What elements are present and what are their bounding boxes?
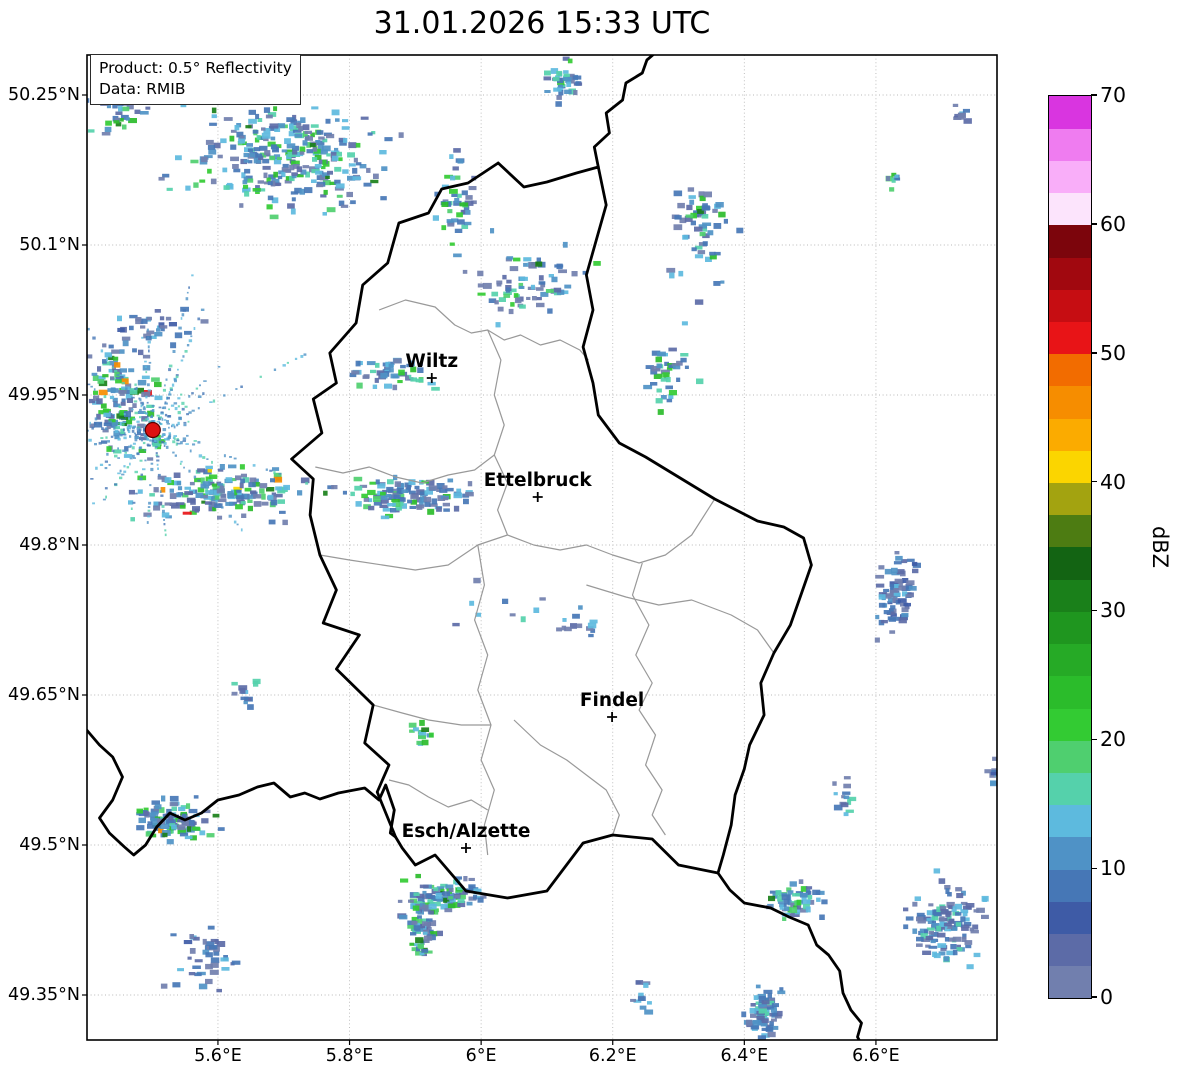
colorbar-segment [1049,450,1091,484]
colorbar-segment [1049,708,1091,741]
colorbar-tick-label: 50 [1100,340,1127,365]
x-tick-label: 6°E [465,1046,497,1066]
data-source-line: Data: RMIB [99,80,186,98]
colorbar-tick-mark [1091,996,1097,998]
colorbar-segment [1049,804,1091,838]
product-line: Product: 0.5° Reflectivity [99,59,292,77]
city-label: Findel [580,690,644,711]
colorbar-segment [1049,385,1091,419]
x-tick-label: 6.4°E [720,1046,769,1066]
colorbar-segment [1049,353,1091,387]
colorbar-tick-mark [1091,609,1097,612]
colorbar-segment [1049,96,1091,129]
x-tick-label: 6.6°E [852,1046,900,1066]
colorbar-tick-mark [1091,480,1097,483]
y-tick-label: 49.95°N [8,385,80,405]
x-tick-label: 5.8°E [325,1046,374,1066]
city-plus-marker [532,492,543,502]
colorbar-unit-label: dBZ [1148,525,1172,569]
city-label: Wiltz [405,351,458,372]
colorbar-tick-label: 20 [1100,727,1127,752]
city-plus-marker [607,712,618,722]
colorbar-segment [1049,740,1091,773]
colorbar-tick-mark [1091,738,1097,741]
y-tick-label: 49.8°N [19,535,80,555]
colorbar-segment [1049,643,1091,677]
colorbar-segment [1049,482,1091,516]
plot-frame [82,54,998,1045]
colorbar-tick-label: 30 [1100,598,1127,623]
colorbar-tick-label: 40 [1100,469,1127,494]
colorbar-segment [1049,418,1091,451]
x-tick-label: 6.2°E [588,1046,637,1066]
y-tick-label: 49.65°N [8,685,80,705]
colorbar-segment [1049,160,1091,194]
colorbar-segment [1049,224,1091,258]
city-plus-marker [461,843,472,853]
radar-site-dot [144,421,161,439]
colorbar-segment [1049,192,1091,226]
city-label: Ettelbruck [484,470,593,491]
colorbar-segment [1049,547,1091,580]
colorbar-segment [1049,901,1091,935]
colorbar-segment [1049,836,1091,870]
colorbar-segment [1049,675,1091,709]
colorbar-segment [1049,869,1091,902]
colorbar-segment [1049,965,1091,999]
colorbar-tick-label: 60 [1100,211,1127,236]
product-info-box: Product: 0.5° Reflectivity Data: RMIB [90,54,301,105]
radar-map-figure: 31.01.2026 15:33 UTC Wiltz Ettelbruck Find… [0,0,1184,1081]
colorbar-segment [1049,257,1091,290]
x-tick-label: 5.6°E [194,1046,242,1066]
colorbar-segment [1049,772,1091,806]
colorbar-segment [1049,611,1091,645]
map-plot: Wiltz Ettelbruck Findel Esch/Alzette [82,54,998,1045]
colorbar-segment [1049,579,1091,612]
colorbar-tick-label: 70 [1100,83,1127,107]
colorbar-segment [1049,289,1091,322]
y-tick-label: 49.35°N [8,985,80,1005]
radar-site-marker [144,421,161,439]
y-tick-label: 49.5°N [19,835,80,855]
colorbar-tick-label: 10 [1100,856,1127,881]
colorbar-segment [1049,321,1091,355]
colorbar-tick-mark [1091,94,1097,96]
colorbar-tick-mark [1091,867,1097,869]
colorbar [1048,95,1092,999]
y-tick-label: 50.25°N [8,85,80,105]
city-label: Esch/Alzette [402,821,531,842]
radar-echoes [87,56,997,1040]
colorbar-segment [1049,933,1091,967]
y-tick-label: 50.1°N [19,235,80,255]
colorbar-tick-mark [1091,352,1097,354]
colorbar-segment [1049,128,1091,161]
city-plus-marker [426,373,437,383]
colorbar-tick-mark [1091,223,1097,225]
colorbar-tick-label: 0 [1100,985,1114,1009]
colorbar-segment [1049,514,1091,548]
